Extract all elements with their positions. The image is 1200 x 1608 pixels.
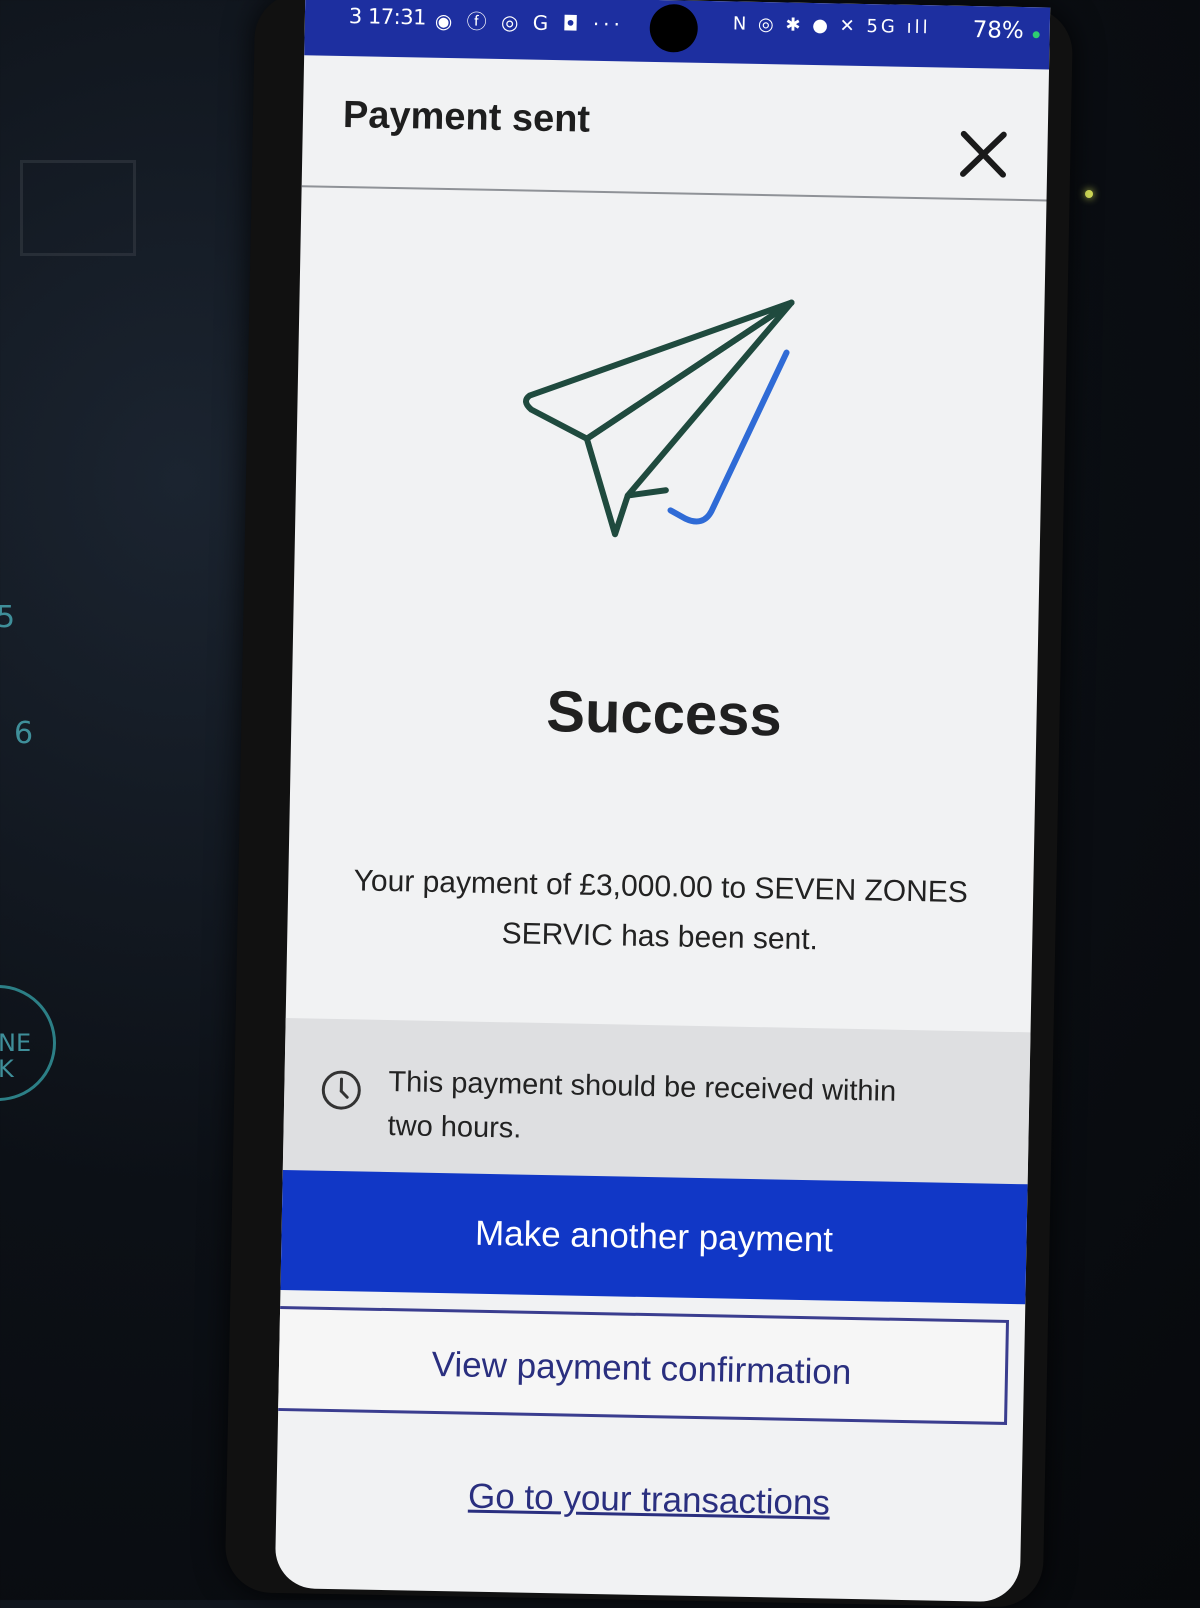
go-to-transactions-link[interactable]: Go to your transactions xyxy=(276,1473,1022,1527)
notification-icons: ◉ ⓕ ◎ G ◘ ··· xyxy=(435,5,625,38)
success-heading: Success xyxy=(291,673,1037,754)
background-dashboard-number: 5 xyxy=(0,600,15,635)
background-dashboard-number: 6 xyxy=(14,716,33,751)
phone-screen: 3 17:31 ◉ ⓕ ◎ G ◘ ··· N ◎ ✱ ● ✕ 5G ıll 7… xyxy=(275,0,1050,1602)
info-banner: This payment should be received within t… xyxy=(283,1018,1031,1194)
page-title: Payment sent xyxy=(343,94,591,142)
system-icons: N ◎ ✱ ● ✕ 5G ıll xyxy=(733,13,931,38)
clock-icon xyxy=(320,1069,363,1112)
battery-level: 78% xyxy=(972,17,1024,44)
phone: 3 17:31 ◉ ⓕ ◎ G ◘ ··· N ◎ ✱ ● ✕ 5G ıll 7… xyxy=(225,0,1074,1608)
view-payment-confirmation-button[interactable]: View payment confirmation xyxy=(275,1306,1009,1425)
payment-message: Your payment of £3,000.00 to SEVEN ZONES… xyxy=(327,856,994,969)
background-ring-text-line: K xyxy=(0,1056,31,1082)
front-camera xyxy=(649,4,698,53)
background-object xyxy=(20,160,136,256)
make-another-payment-button[interactable]: Make another payment xyxy=(280,1170,1027,1304)
background-ring-text: NE K xyxy=(0,1030,31,1082)
page-header: Payment sent xyxy=(302,55,1049,201)
privacy-indicator-dot xyxy=(1033,31,1040,38)
background-light xyxy=(1085,190,1093,198)
close-icon[interactable] xyxy=(957,128,1010,181)
info-text: This payment should be received within t… xyxy=(387,1060,949,1159)
background-ring-text-line: NE xyxy=(0,1030,31,1056)
paper-plane-icon xyxy=(515,287,810,553)
status-time: 3 17:31 xyxy=(349,4,427,29)
